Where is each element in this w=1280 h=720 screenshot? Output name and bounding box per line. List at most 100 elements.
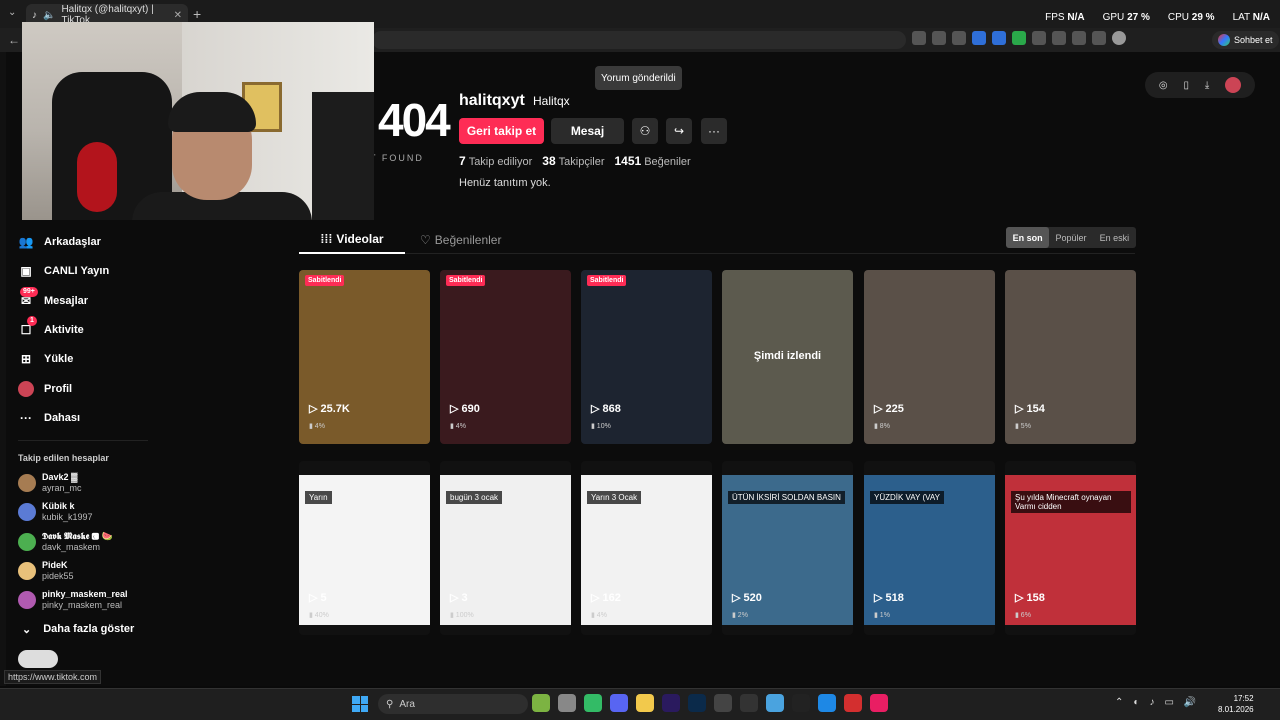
extension-icon[interactable]	[952, 31, 966, 45]
profile-avatar-icon[interactable]	[1112, 31, 1126, 45]
download-icon[interactable]: ⤓	[1205, 80, 1209, 91]
extension-icon[interactable]	[912, 31, 926, 45]
new-tab-button[interactable]: +	[193, 6, 201, 22]
app-icon[interactable]	[558, 694, 576, 712]
back-arrow-icon[interactable]: ←	[8, 33, 20, 47]
sort-oldest[interactable]: En eski	[1093, 227, 1136, 248]
extension-icon[interactable]	[972, 31, 986, 45]
video-thumbnail	[440, 270, 571, 444]
followed-account[interactable]: PideK pidek55	[18, 560, 74, 582]
app-icon[interactable]	[584, 694, 602, 712]
video-card[interactable]: bugün 3 ocak ▷ 3 ▮ 100%	[440, 461, 571, 635]
app-tray-icon[interactable]: ◐	[1133, 697, 1139, 708]
extension-icon[interactable]	[992, 31, 1006, 45]
live-icon: ▣	[20, 264, 32, 278]
extension-icon[interactable]	[1012, 31, 1026, 45]
taskbar-search[interactable]: ⚲ Ara	[378, 694, 528, 714]
premiere-icon[interactable]	[662, 694, 680, 712]
profile-stats: 7 Takip ediliyor 38 Takipçiler 1451 Beğenil…	[459, 154, 691, 168]
follow-back-button[interactable]: Geri takip et	[459, 118, 544, 144]
retention-value: 100%	[455, 612, 474, 619]
avatar	[18, 562, 36, 580]
app-icon[interactable]	[740, 694, 758, 712]
sort-latest[interactable]: En son	[1006, 227, 1050, 248]
view-count-value: 158	[1026, 592, 1045, 604]
sidebar-item-upload[interactable]: ⊞ Yükle	[18, 351, 73, 367]
video-card[interactable]: Yarın 3 Ocak ▷ 162 ▮ 4%	[581, 461, 712, 635]
show-more-button[interactable]: ⌄ Daha fazla göster	[22, 623, 134, 636]
video-card[interactable]: YÜZDİK VAY (VAY ▷ 518 ▮ 1%	[864, 461, 995, 635]
sidebar-item-more[interactable]: ··· Dahası	[18, 410, 80, 426]
more-options-button[interactable]: ···	[701, 118, 727, 144]
tab-videos[interactable]: ⁞⁞⁞ Videolar	[299, 225, 405, 254]
followed-account[interactable]: Kübik k kubik_k1997	[18, 501, 93, 523]
chevron-up-icon[interactable]: ⌃	[1115, 697, 1123, 708]
show-more-label: Daha fazla göster	[43, 623, 135, 635]
app-icon[interactable]	[610, 694, 628, 712]
extension-icon[interactable]	[932, 31, 946, 45]
edge-icon[interactable]	[818, 694, 836, 712]
app-icon[interactable]	[844, 694, 862, 712]
mini-player-toggle[interactable]	[18, 650, 58, 668]
extension-icon[interactable]	[1052, 31, 1066, 45]
windows-start-icon[interactable]	[352, 696, 368, 712]
sidebar-item-messages[interactable]: ✉ 99+ Mesajlar	[18, 287, 88, 309]
microphone-icon[interactable]: ♪	[1149, 697, 1154, 708]
extension-icon[interactable]	[1092, 31, 1106, 45]
app-icon[interactable]	[714, 694, 732, 712]
add-friend-button[interactable]: ⚇	[632, 118, 658, 144]
sidebar-item-activity[interactable]: ☐ 1 Aktivite	[18, 316, 84, 338]
message-button[interactable]: Mesaj	[551, 118, 624, 144]
sidebar-item-friends[interactable]: 👥 Arkadaşlar	[18, 234, 101, 250]
sidebar-item-profile[interactable]: Profil	[18, 381, 72, 397]
cpu-readout: CPU 29 %	[1167, 12, 1215, 23]
video-card[interactable]: Sabitlendi ▷ 690 ▮ 4%	[440, 270, 571, 444]
app-icon[interactable]	[532, 694, 550, 712]
video-card[interactable]: Yarın ▷ 5 ▮ 40%	[299, 461, 430, 635]
video-card[interactable]: Sabitlendi ▷ 25.7K ▮ 4%	[299, 270, 430, 444]
pinned-badge: Sabitlendi	[587, 275, 627, 286]
tab-list-chevron-icon[interactable]: ⌄	[8, 7, 16, 18]
followed-account[interactable]: Davk2 ▓ ayran_mc	[18, 472, 82, 494]
tab-close-icon[interactable]: ✕	[174, 10, 182, 21]
upload-icon: ⊞	[20, 352, 32, 366]
network-icon[interactable]: ▭	[1164, 697, 1173, 708]
extension-icon[interactable]	[1072, 31, 1086, 45]
tab-liked[interactable]: ♡ Beğenilenler	[420, 225, 520, 254]
video-card[interactable]: ÜTÜN İKSİRİ SOLDAN BASIN ▷ 520 ▮ 2%	[722, 461, 853, 635]
phone-icon[interactable]: ▯	[1183, 80, 1189, 91]
account-name: PideK	[42, 560, 68, 570]
fps-readout: FPS N/A	[1045, 12, 1085, 23]
video-card[interactable]: Şu yılda Minecraft oynayan Varmı cidden ▷…	[1005, 461, 1136, 635]
volume-icon[interactable]: 🔊	[1184, 697, 1196, 708]
app-icon[interactable]	[870, 694, 888, 712]
app-icon[interactable]	[766, 694, 784, 712]
sidebar-item-live[interactable]: ▣ CANLI Yayın	[18, 263, 109, 279]
photoshop-icon[interactable]	[688, 694, 706, 712]
file-explorer-icon[interactable]	[636, 694, 654, 712]
url-field[interactable]	[372, 31, 906, 49]
video-card[interactable]: ▷ 225 ▮ 8%	[864, 270, 995, 444]
compass-icon[interactable]: ◎	[1159, 80, 1168, 91]
account-handle: kubik_k1997	[42, 512, 93, 522]
share-button[interactable]: ↪	[666, 118, 692, 144]
followed-account[interactable]: 𝕯𝖆𝖛𝖐 𝕸𝖆𝖘𝖐𝖊 🅲 🍉 davk_maskem	[18, 531, 113, 553]
chat-button[interactable]: Sohbet et	[1212, 31, 1279, 49]
sort-popular[interactable]: Popüler	[1049, 227, 1092, 248]
followers-stat[interactable]: 38 Takipçiler	[542, 154, 604, 168]
user-avatar[interactable]	[1225, 77, 1242, 93]
speaker-icon[interactable]: 🔈	[43, 10, 55, 21]
view-count: ▷ 3	[450, 591, 468, 604]
followed-account[interactable]: pinky_maskem_real pinky_maskem_real	[18, 589, 128, 611]
app-icon[interactable]	[792, 694, 810, 712]
video-card[interactable]: ▷ 154 ▮ 5%	[1005, 270, 1136, 444]
view-count: ▷ 162	[591, 591, 621, 604]
extension-icon[interactable]	[1032, 31, 1046, 45]
sidebar-item-label: Dahası	[44, 412, 81, 424]
video-card[interactable]: Şimdi izlendi	[722, 270, 853, 444]
following-stat[interactable]: 7 Takip ediliyor	[459, 154, 532, 168]
account-handle: pidek55	[42, 571, 74, 581]
video-card[interactable]: Sabitlendi ▷ 868 ▮ 10%	[581, 270, 712, 444]
taskbar-clock[interactable]: 17:52 8.01.2026	[1218, 693, 1254, 715]
lat-readout: LAT N/A	[1232, 12, 1270, 23]
